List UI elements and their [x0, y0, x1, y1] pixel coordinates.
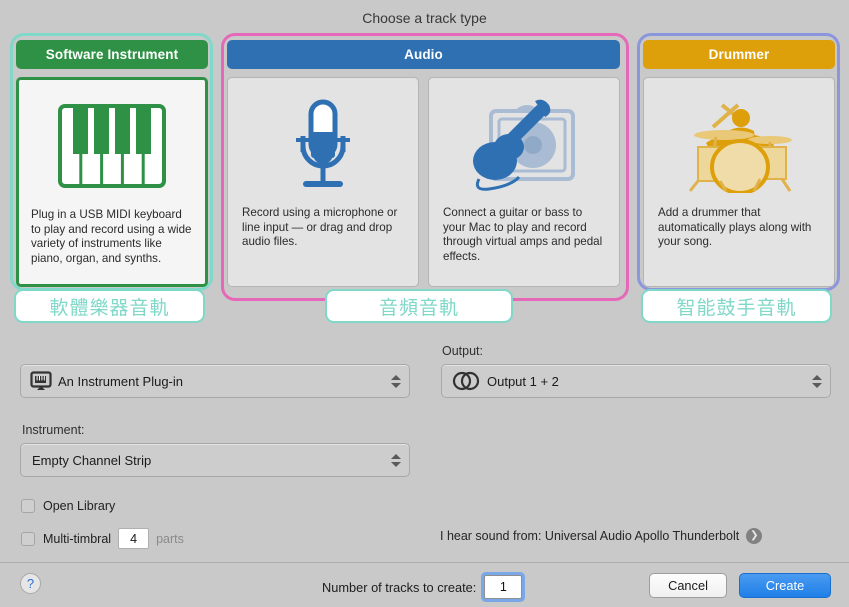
plugin-popup-value: An Instrument Plug-in — [58, 373, 184, 389]
track-card-audio-guitar[interactable]: Connect a guitar or bass to your Mac to … — [428, 77, 620, 287]
stereo-output-icon — [451, 371, 481, 391]
output-popup-value: Output 1 + 2 — [487, 373, 559, 389]
plugin-popup-button[interactable]: An Instrument Plug-in — [20, 364, 410, 398]
card-list-audio: Record using a microphone or line input … — [227, 77, 620, 287]
drummer-icon — [644, 78, 834, 206]
track-card-software-instrument[interactable]: Plug in a USB MIDI keyboard to play and … — [16, 77, 208, 287]
track-card-audio-microphone[interactable]: Record using a microphone or line input … — [227, 77, 419, 287]
new-track-dialog: Choose a track type Software Instrument — [0, 0, 849, 607]
card-list-drummer: Add a drummer that automatically plays a… — [643, 77, 835, 287]
create-button[interactable]: Create — [739, 573, 831, 598]
chevron-updown-icon — [390, 450, 401, 470]
multi-timbral-checkbox[interactable] — [21, 531, 35, 546]
open-library-checkbox-row[interactable]: Open Library — [21, 499, 115, 513]
group-software-instrument: Software Instrument Plug in a USB MIDI k… — [16, 40, 208, 287]
hear-sound-from-row[interactable]: I hear sound from: Universal Audio Apoll… — [440, 528, 763, 544]
group-drummer: Drummer Add a drummer that automatically… — [643, 40, 835, 287]
chevron-right-icon[interactable]: ❯ — [746, 528, 763, 544]
group-header-audio[interactable]: Audio — [227, 40, 620, 69]
cancel-button[interactable]: Cancel — [649, 573, 727, 598]
track-card-description: Record using a microphone or line input … — [242, 206, 398, 248]
instrument-popup-value: Empty Channel Strip — [32, 452, 152, 468]
hear-sound-from-label: I hear sound from: Universal Audio Apoll… — [440, 529, 740, 543]
microphone-icon — [228, 78, 418, 206]
number-of-tracks-label: Number of tracks to create: — [322, 579, 477, 595]
multi-timbral-parts-label: parts — [156, 531, 184, 546]
multi-timbral-parts-input[interactable]: 4 — [118, 528, 150, 549]
output-popup-button[interactable]: Output 1 + 2 — [441, 364, 831, 398]
track-settings-pane: Output: An Instrument Plug-in Output 1 +… — [0, 336, 849, 555]
instrument-popup-button[interactable]: Empty Channel Strip — [20, 443, 410, 477]
instrument-plugin-icon — [30, 371, 52, 391]
piano-keyboard-icon — [19, 80, 205, 208]
track-card-description: Plug in a USB MIDI keyboard to play and … — [31, 208, 192, 265]
annotation-label-software-instrument: 軟體樂器音軌 — [14, 289, 205, 323]
help-button[interactable]: ? — [20, 573, 41, 594]
track-type-chooser: Software Instrument Plug in a USB MIDI k… — [0, 33, 849, 323]
page-title: Choose a track type — [362, 10, 487, 26]
open-library-checkbox[interactable] — [21, 499, 35, 513]
open-library-label: Open Library — [43, 499, 116, 513]
chevron-updown-icon — [811, 371, 822, 391]
annotation-label-audio: 音頻音軌 — [325, 289, 513, 323]
number-of-tracks-group: Number of tracks to create: 1 — [322, 575, 523, 599]
multi-timbral-label: Multi-timbral — [43, 531, 112, 546]
track-card-drummer[interactable]: Add a drummer that automatically plays a… — [643, 77, 835, 287]
annotation-label-drummer: 智能鼓手音軌 — [641, 289, 832, 323]
group-header-drummer[interactable]: Drummer — [643, 40, 835, 69]
output-label: Output: — [442, 344, 483, 358]
group-header-software-instrument[interactable]: Software Instrument — [16, 40, 208, 69]
multi-timbral-row[interactable]: Multi-timbral 4 parts — [21, 528, 184, 549]
card-list-software-instrument: Plug in a USB MIDI keyboard to play and … — [16, 77, 208, 287]
chevron-updown-icon — [390, 371, 401, 391]
track-card-description: Add a drummer that automatically plays a… — [658, 206, 812, 248]
guitar-amp-icon — [429, 78, 619, 206]
track-card-description: Connect a guitar or bass to your Mac to … — [443, 206, 603, 263]
instrument-label: Instrument: — [22, 423, 85, 437]
group-audio: Audio Record using a microphone or line … — [227, 40, 620, 287]
dialog-footer: ? Number of tracks to create: 1 Cancel C… — [0, 562, 849, 607]
number-of-tracks-input[interactable]: 1 — [484, 575, 523, 599]
